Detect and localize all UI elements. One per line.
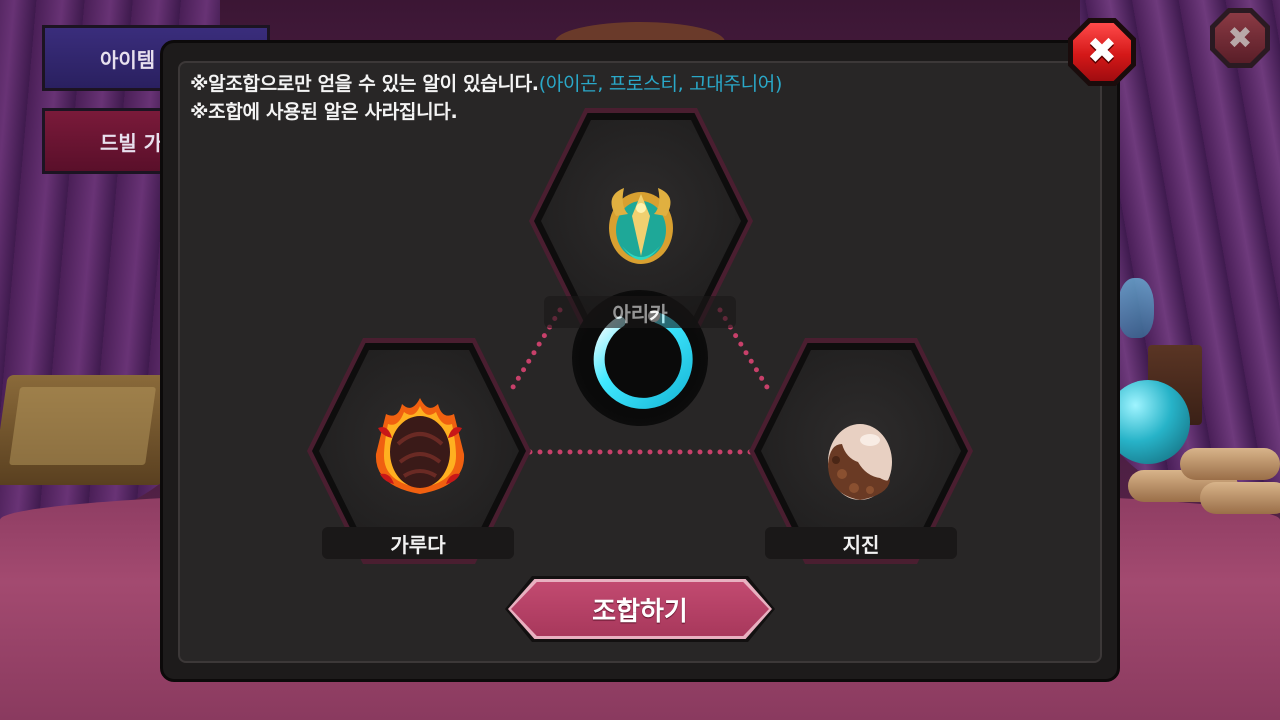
exclusive-eggs-list: (아이곤, 프로스티, 고대주니어) [538,73,783,95]
flame-claw-egg-icon [375,398,465,494]
notice-line-1: ※알조합으로만 얻을 수 있는 알이 있습니다.(아이곤, 프로스티, 고대주니… [190,70,782,98]
notice-line-1-text: ※알조합으로만 얻을 수 있는 알이 있습니다. [190,73,539,95]
egg-name-right: 지진 [765,527,957,559]
egg-name-left: 가루다 [322,527,514,559]
close-icon: ✖ [1227,20,1253,56]
devil-button-label: 드빌 가 [100,130,163,155]
close-icon: ✖ [1086,31,1118,72]
scroll [1180,448,1280,480]
background-close-button[interactable]: ✖ [1210,8,1270,68]
combine-button-label: 조합하기 [511,582,769,636]
vase [1118,278,1154,338]
egg-name-top: 아리카 [544,296,736,328]
open-book [0,375,178,485]
scroll [1200,482,1280,514]
combine-button[interactable]: 조합하기 [505,576,775,642]
cracked-rock-egg-icon [828,424,892,500]
teal-gold-crest-egg-icon [609,188,673,264]
